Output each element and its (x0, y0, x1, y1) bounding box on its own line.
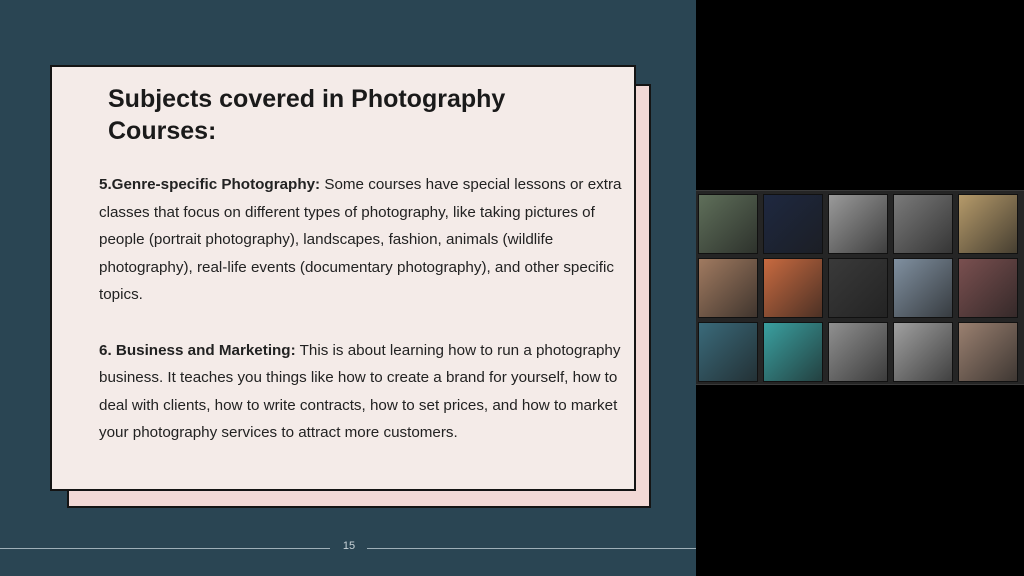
child-toys-photo (764, 259, 822, 317)
couple-photo (764, 323, 822, 381)
plant-leaves-photo (699, 195, 757, 253)
city-street-photo (959, 323, 1017, 381)
old-man-portrait-photo (699, 259, 757, 317)
section-heading: 6. Business and Marketing: (99, 341, 296, 359)
wood-texture-photo (959, 195, 1017, 253)
tunnel-arch-photo (829, 259, 887, 317)
shop-shelves-photo (894, 323, 952, 381)
train-photo (894, 259, 952, 317)
street-people-photo (829, 195, 887, 253)
section-text: Some courses have special lessons or ext… (99, 176, 622, 304)
photo-grid (696, 190, 1024, 385)
bottles-still-life-photo (959, 259, 1017, 317)
section-business-marketing: 6. Business and Marketing: This is about… (99, 337, 629, 447)
section-heading: 5.Genre-specific Photography: (99, 176, 321, 193)
night-street-photo (764, 195, 822, 253)
footer-divider-left (0, 548, 330, 549)
woman-portrait-photo (894, 195, 952, 253)
content-card: Subjects covered in Photography Courses:… (50, 65, 636, 491)
slide-title: Subjects covered in Photography Courses: (108, 85, 506, 145)
footer-divider-right (367, 548, 696, 549)
section-genre-specific: 5.Genre-specific Photography: Some cours… (99, 171, 629, 309)
page-number: 15 (342, 540, 356, 552)
arches-building-photo (829, 323, 887, 381)
forest-pond-photo (699, 323, 757, 381)
body-text: 5.Genre-specific Photography: Some cours… (99, 171, 629, 447)
